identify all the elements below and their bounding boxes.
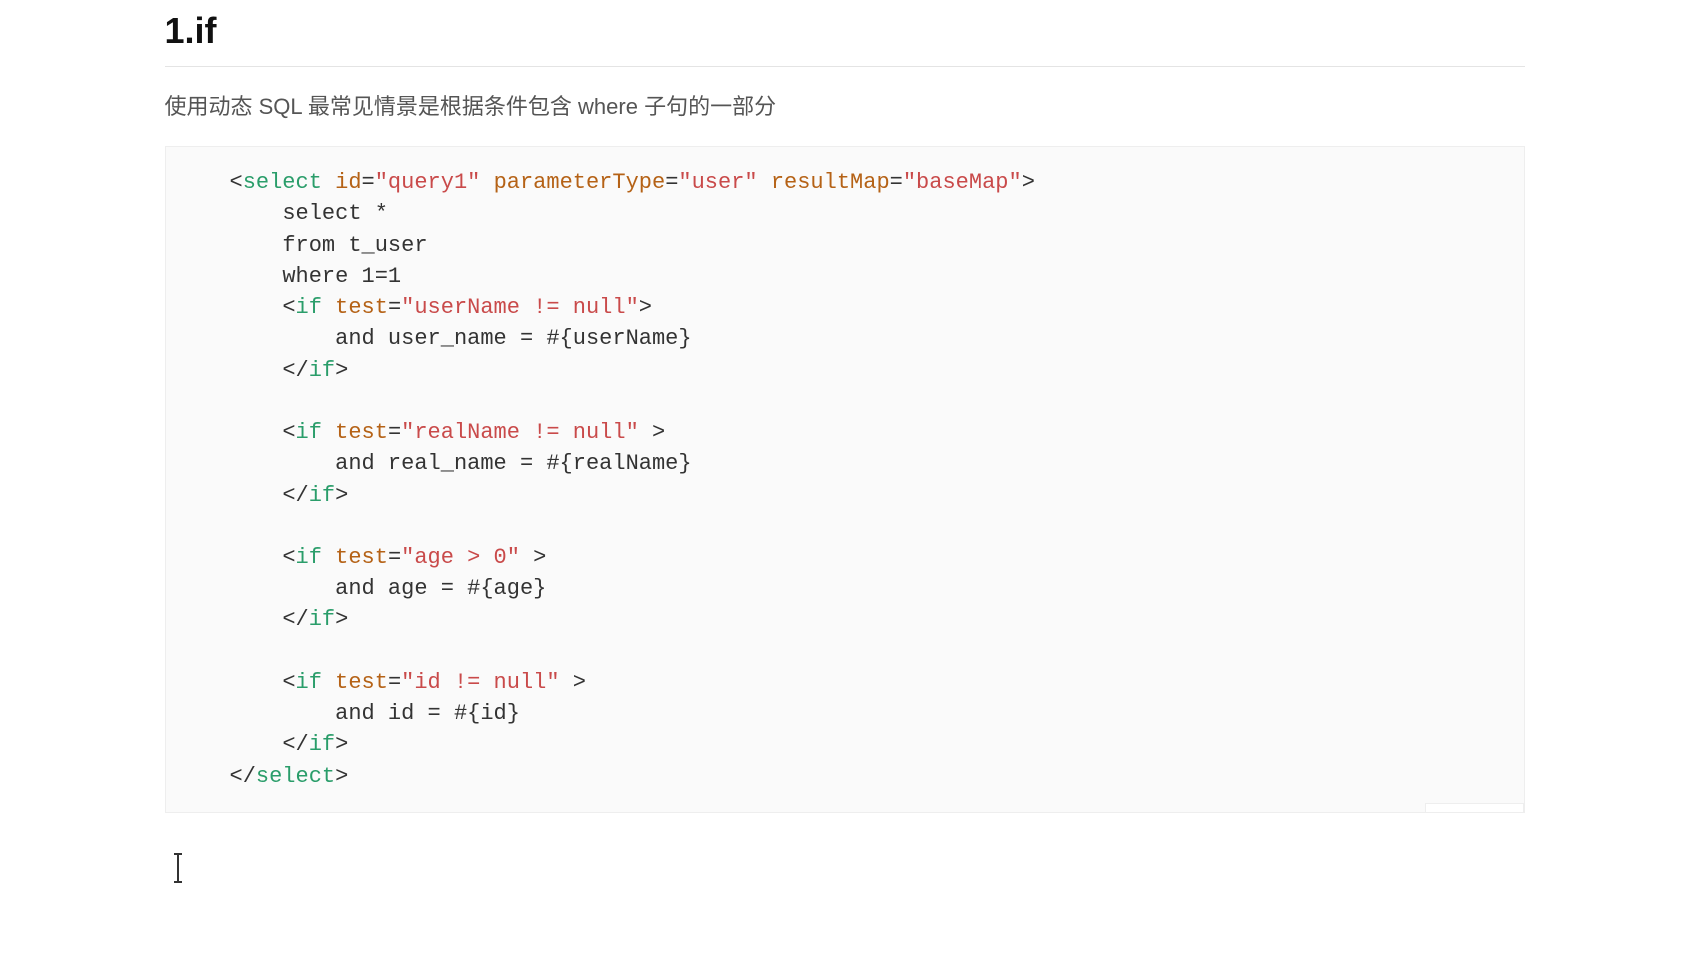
section-description: 使用动态 SQL 最常见情景是根据条件包含 where 子句的一部分	[165, 89, 1525, 124]
code-content: <select id="query1" parameterType="user"…	[230, 170, 1035, 788]
code-block[interactable]: <select id="query1" parameterType="user"…	[165, 146, 1525, 813]
code-language-label: xml	[1425, 803, 1523, 812]
text-cursor-icon	[177, 853, 179, 883]
section-heading: 1.if	[165, 0, 1525, 67]
editor-empty-line[interactable]	[165, 853, 1525, 893]
